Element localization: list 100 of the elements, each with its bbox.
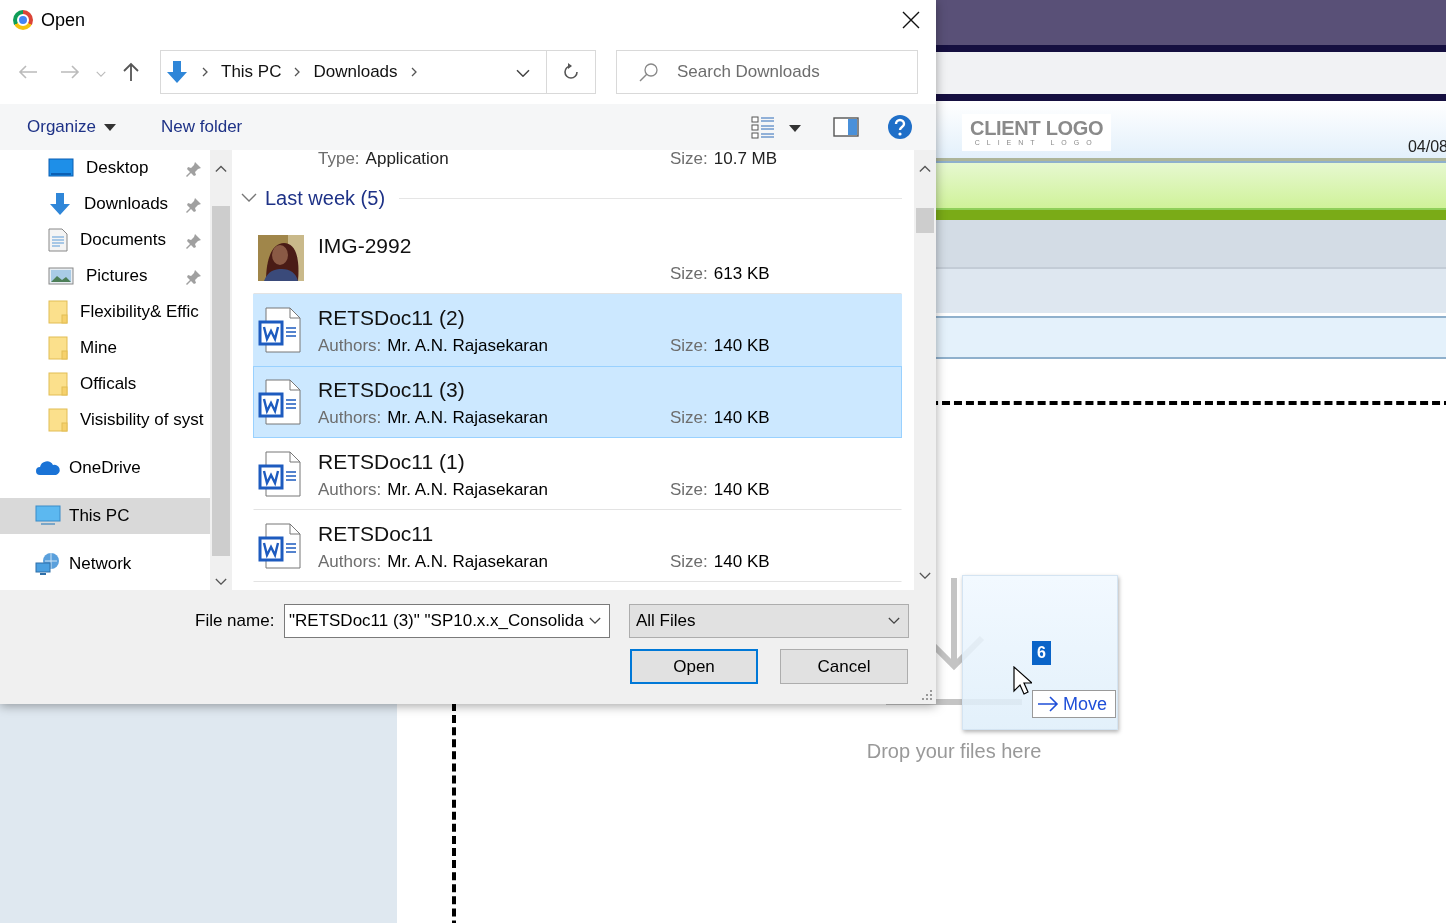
arrow-right-icon xyxy=(1037,696,1059,712)
size-value: 140 KB xyxy=(713,480,770,500)
window-title: Open xyxy=(41,9,86,31)
file-name-field[interactable]: "RETSDoc11 (3)" "SP10.x.x_Consolida xyxy=(284,604,610,638)
cursor-icon xyxy=(1013,666,1032,695)
move-label: Move xyxy=(1063,693,1107,715)
preview-pane-icon[interactable] xyxy=(833,117,859,137)
nav-item[interactable]: Mine xyxy=(0,330,210,366)
dropdown-chevron-icon xyxy=(888,617,900,625)
nav-item[interactable]: This PC xyxy=(0,498,210,534)
size-label: Size: xyxy=(670,480,708,500)
file-name-label: File name: xyxy=(195,611,276,631)
size-value: 613 KB xyxy=(713,264,770,284)
refresh-icon[interactable] xyxy=(562,63,580,81)
word-document-icon xyxy=(258,522,304,570)
nav-item[interactable]: Desktop xyxy=(0,150,210,186)
file-type-dropdown[interactable]: All Files xyxy=(629,604,909,638)
scrollbar-thumb[interactable] xyxy=(212,206,230,556)
search-field[interactable]: Search Downloads xyxy=(616,50,918,94)
resize-grip-icon[interactable] xyxy=(922,690,932,700)
group-header[interactable]: Last week (5) xyxy=(265,186,386,210)
file-name: RETSDoc11 xyxy=(318,522,435,546)
history-chevron-icon xyxy=(96,71,106,77)
document-icon xyxy=(48,228,68,252)
authors-value: Mr. A.N. Rajasekaran xyxy=(387,336,548,356)
view-options-icon[interactable] xyxy=(751,115,775,139)
new-folder-button[interactable]: New folder xyxy=(161,117,243,137)
nav-item[interactable]: Downloads xyxy=(0,186,210,222)
word-document-icon xyxy=(258,306,304,354)
dropdown-chevron-icon xyxy=(516,68,530,77)
file-row[interactable]: RETSDoc11 (3) Authors: Mr. A.N. Rajasekaran Size: 140 KB xyxy=(253,366,902,438)
open-button[interactable]: Open xyxy=(630,649,758,684)
authors-label: Authors: xyxy=(318,552,382,572)
nav-item[interactable]: OneDrive xyxy=(0,450,210,486)
caret-icon xyxy=(104,123,116,131)
breadcrumb-item[interactable]: Downloads xyxy=(313,62,398,82)
size-label: Size: xyxy=(670,336,708,356)
caret-icon xyxy=(789,125,801,132)
back-arrow-icon[interactable] xyxy=(18,64,38,80)
breadcrumb-chevron-icon xyxy=(201,66,209,78)
nav-item[interactable]: Officals xyxy=(0,366,210,402)
authors-label: Authors: xyxy=(318,408,382,428)
organize-menu[interactable]: Organize xyxy=(27,117,116,137)
scroll-up-icon[interactable] xyxy=(215,165,227,173)
type-label: Type: xyxy=(318,152,360,166)
help-icon[interactable] xyxy=(887,114,913,140)
size-value: 140 KB xyxy=(713,552,770,572)
breadcrumb-chevron-icon xyxy=(293,66,302,78)
desktop-icon xyxy=(48,158,74,178)
authors-label: Authors: xyxy=(318,480,382,500)
download-arrow-icon xyxy=(165,60,189,84)
nav-item[interactable]: Documents xyxy=(0,222,210,258)
size-value: 140 KB xyxy=(713,408,770,428)
file-row[interactable]: RETSDoc11 (2) Authors: Mr. A.N. Rajasekaran Size: 140 KB xyxy=(253,294,902,366)
download-arrow-icon xyxy=(48,192,72,216)
nav-item[interactable]: Flexibility& Effic xyxy=(0,294,210,330)
file-name: RETSDoc11 (3) xyxy=(318,378,466,402)
file-row[interactable]: RETSDoc11 Authors: Mr. A.N. Rajasekaran Size: 140 KB xyxy=(253,510,902,582)
size-label: Size: xyxy=(670,552,708,572)
computer-icon xyxy=(35,505,61,527)
scrollbar[interactable] xyxy=(914,150,936,590)
size-label: Size: xyxy=(670,264,708,284)
dropdown-chevron-icon xyxy=(589,617,601,625)
cloud-icon xyxy=(35,460,61,476)
nav-item[interactable]: Network xyxy=(0,546,210,582)
forward-arrow-icon[interactable] xyxy=(60,64,80,80)
file-name: RETSDoc11 (2) xyxy=(318,306,466,330)
close-icon[interactable] xyxy=(902,11,920,29)
scroll-down-icon xyxy=(215,577,227,585)
cancel-button[interactable]: Cancel xyxy=(780,649,908,684)
app-icon xyxy=(13,10,33,30)
type-value: Application xyxy=(365,152,449,166)
size-value: 10.7 MB xyxy=(713,152,778,166)
scroll-down-icon xyxy=(919,571,931,579)
nav-item[interactable]: Visisbility of syst xyxy=(0,402,210,438)
file-name: IMG-2992 xyxy=(318,234,413,258)
nav-item[interactable]: Pictures xyxy=(0,258,210,294)
word-document-icon xyxy=(258,378,304,426)
breadcrumb-chevron-icon xyxy=(409,66,418,78)
file-row[interactable]: RETSDoc11 (1) Authors: Mr. A.N. Rajasekaran Size: 140 KB xyxy=(253,438,902,510)
size-value: 140 KB xyxy=(713,336,770,356)
word-document-icon xyxy=(258,450,304,498)
folder-icon xyxy=(48,300,68,324)
scrollbar-thumb[interactable] xyxy=(916,208,934,233)
size-label: Size: xyxy=(670,152,708,166)
scrollbar[interactable] xyxy=(210,150,232,590)
folder-icon xyxy=(48,408,68,432)
address-bar[interactable]: This PC Downloads xyxy=(160,50,596,94)
picture-icon xyxy=(48,266,74,286)
breadcrumb-item[interactable]: This PC xyxy=(221,62,282,82)
scroll-up-icon[interactable] xyxy=(919,165,931,173)
folder-icon xyxy=(48,372,68,396)
folder-icon xyxy=(48,336,68,360)
up-arrow-icon[interactable] xyxy=(122,62,140,82)
authors-label: Authors: xyxy=(318,336,382,356)
search-icon xyxy=(639,62,659,82)
expand-chevron-icon[interactable] xyxy=(241,193,257,203)
drop-hint: Drop your files here xyxy=(866,740,1042,763)
network-icon xyxy=(35,552,61,576)
size-label: Size: xyxy=(670,408,708,428)
